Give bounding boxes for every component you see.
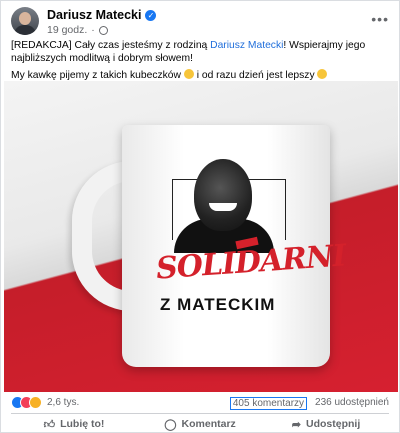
- post-text: [REDAKCJA] Cały czas jesteśmy z rodziną …: [11, 39, 389, 86]
- post-time[interactable]: 19 godz.: [47, 24, 87, 36]
- share-icon: ➦: [291, 418, 301, 431]
- comments-count[interactable]: 405 komentarzy: [229, 397, 308, 410]
- smile-emoji-icon-2: [317, 69, 328, 79]
- post-image[interactable]: SOLIDARNI Z MATECKIM: [4, 81, 398, 392]
- like-label: Lubię to!: [60, 418, 105, 430]
- like-button[interactable]: 👍︎ Lubię to!: [11, 415, 137, 433]
- share-button[interactable]: ➦ Udostępnij: [263, 415, 389, 433]
- comment-label: Komentarz: [181, 418, 236, 430]
- thumbs-up-icon: 👍︎: [43, 418, 56, 431]
- share-label: Udostępnij: [305, 418, 361, 430]
- comment-button[interactable]: ◯ Komentarz: [137, 415, 263, 433]
- avatar[interactable]: [11, 7, 39, 35]
- portrait-face: [194, 159, 252, 231]
- more-options-icon[interactable]: •••: [371, 11, 389, 27]
- author-name[interactable]: Dariusz Matecki: [47, 8, 141, 22]
- post-card: Dariusz Matecki ✓ 19 godz. · ••• [REDAKC…: [0, 0, 400, 433]
- engagement-counts: 405 komentarzy 236 udostępnień: [229, 397, 389, 410]
- globe-icon: [98, 25, 108, 35]
- shares-count[interactable]: 236 udostępnień: [315, 397, 389, 410]
- post-text-paragraph-1: [REDAKCJA] Cały czas jesteśmy z rodziną …: [11, 39, 389, 65]
- avatar-head: [19, 12, 31, 25]
- dot-separator: ·: [91, 24, 95, 36]
- author-mention-link[interactable]: Dariusz Matecki: [210, 40, 283, 51]
- reactions-summary[interactable]: 2,6 tys.: [11, 396, 79, 409]
- action-bar: 👍︎ Lubię to! ◯ Komentarz ➦ Udostępnij: [11, 415, 389, 433]
- comment-icon: ◯: [164, 418, 177, 431]
- post-text-prefix: [REDAKCJA] Cały czas jesteśmy z rodziną: [11, 40, 211, 51]
- post-text-line2: My kawkę pijemy z takich kubeczków: [11, 70, 181, 81]
- verified-icon: ✓: [145, 9, 157, 21]
- post-stats: 2,6 tys. 405 komentarzy 236 udostępnień: [11, 395, 389, 411]
- mug-caption-text: Z MATECKIM: [160, 295, 276, 314]
- smile-emoji-icon: [183, 69, 194, 79]
- portrait-grin: [209, 203, 237, 211]
- post-meta: 19 godz. ·: [47, 24, 108, 36]
- author-line: Dariusz Matecki ✓: [47, 8, 157, 22]
- reactions-count: 2,6 tys.: [47, 397, 80, 408]
- avatar-body: [14, 25, 36, 35]
- post-text-line2b: i od razu dzień jest lepszy: [193, 70, 315, 81]
- care-reaction-icon: [29, 396, 42, 409]
- actions-divider: [11, 413, 389, 414]
- post-header: Dariusz Matecki ✓ 19 godz. · •••: [11, 7, 389, 37]
